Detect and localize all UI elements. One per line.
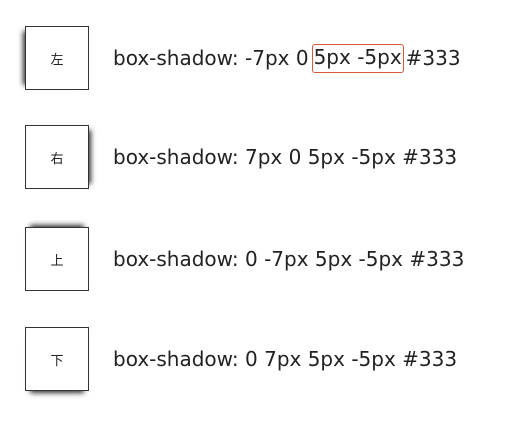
demo-box-left: 左	[25, 26, 89, 90]
code-text: box-shadow: 0 7px 5px -5px #333	[113, 347, 458, 371]
demo-box-right: 右	[25, 125, 89, 189]
demo-box-top: 上	[25, 227, 89, 291]
example-row-top: 上 box-shadow: 0 -7px 5px -5px #333	[25, 227, 505, 291]
example-row-left: 左 box-shadow: -7px 0 5px -5px #333	[25, 26, 505, 90]
demo-box-label: 下	[50, 353, 64, 369]
demo-box-label: 右	[50, 151, 64, 167]
demo-box-label: 左	[50, 52, 64, 68]
demo-box-label: 上	[50, 253, 64, 269]
demo-box-bottom: 下	[25, 327, 89, 391]
code-text: box-shadow: 7px 0 5px -5px #333	[113, 145, 458, 169]
code-text: box-shadow: 0 -7px 5px -5px #333	[113, 247, 465, 271]
example-row-bottom: 下 box-shadow: 0 7px 5px -5px #333	[25, 327, 505, 391]
code-prefix: box-shadow: -7px 0	[113, 46, 309, 70]
example-row-right: 右 box-shadow: 7px 0 5px -5px #333	[25, 125, 505, 189]
highlighted-code: 5px -5px	[311, 43, 404, 73]
code-suffix: #333	[405, 46, 461, 70]
code-text: box-shadow: -7px 0 5px -5px #333	[113, 26, 461, 90]
